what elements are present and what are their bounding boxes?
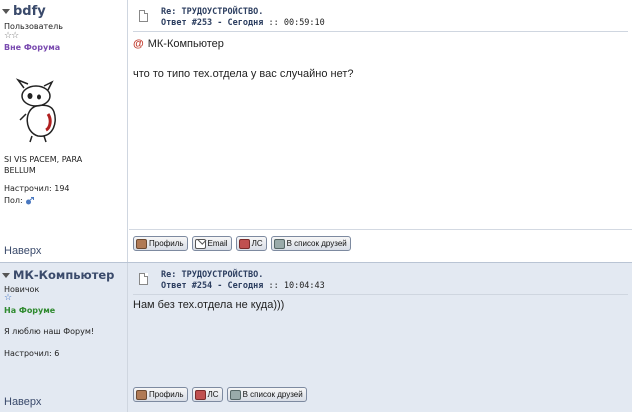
email-button-label: Email [207, 239, 228, 248]
author-row[interactable]: bdfy [2, 4, 46, 19]
divider [129, 229, 632, 230]
online-status: На Форуме [4, 306, 56, 315]
post-count-label: Настрочил: [4, 349, 52, 358]
profile-button[interactable]: Профиль [133, 387, 188, 402]
post-header: Re: ТРУДОУСТРОЙСТВО. Ответ #254 - Сегодн… [133, 269, 628, 295]
profile-button-label: Профиль [149, 390, 184, 399]
pm-icon [194, 389, 206, 400]
post-actions: Профиль Email ЛС В список друзей [133, 236, 351, 251]
signature: SI VIS PACEM, PARA BELLUM [4, 155, 83, 175]
pm-button[interactable]: ЛС [191, 387, 223, 402]
post-body: Re: ТРУДОУСТРОЙСТВО. Ответ #254 - Сегодн… [129, 263, 632, 412]
post-meta: Re: ТРУДОУСТРОЙСТВО. Ответ #254 - Сегодн… [161, 270, 325, 292]
post-author-panel: МК-Компьютер Новичок ☆ На Форуме Я люблю… [0, 263, 128, 412]
chevron-down-icon[interactable] [2, 9, 10, 14]
forum-post: bdfy Пользователь ☆☆ Вне Форума SI VIS P… [0, 0, 632, 262]
pm-icon [238, 238, 250, 249]
post-count: Настрочил: 194 [4, 184, 70, 193]
add-friend-button-label: В список друзей [242, 390, 303, 399]
post-message: Нам без тех.отдела не куда))) [133, 299, 285, 311]
online-status: Вне Форума [4, 43, 61, 52]
profile-icon [136, 389, 147, 400]
document-icon[interactable] [139, 273, 148, 285]
add-friend-button[interactable]: В список друзей [226, 387, 307, 402]
pm-button-label: ЛС [207, 390, 219, 399]
pm-button-label: ЛС [251, 239, 263, 248]
post-count: Настрочил: 6 [4, 349, 59, 358]
back-to-top-link[interactable]: Наверх [4, 396, 41, 408]
add-friend-button[interactable]: В список друзей [270, 236, 351, 251]
post-author-panel: bdfy Пользователь ☆☆ Вне Форума SI VIS P… [0, 0, 128, 262]
author-name[interactable]: bdfy [13, 4, 46, 19]
document-icon[interactable] [139, 10, 148, 22]
add-friend-button-label: В список друзей [286, 239, 347, 248]
star-icon: ☆ [4, 293, 12, 303]
profile-button-label: Профиль [149, 239, 184, 248]
author-rank: Пользователь [4, 22, 63, 31]
back-to-top-link[interactable]: Наверх [4, 245, 41, 257]
signature: Я люблю наш Форум! [4, 327, 95, 336]
post-meta: Re: ТРУДОУСТРОЙСТВО. Ответ #253 - Сегодн… [161, 7, 325, 29]
friends-icon [229, 389, 241, 400]
post-title[interactable]: Re: ТРУДОУСТРОЙСТВО. [161, 270, 263, 280]
avatar [15, 78, 56, 143]
reply-number[interactable]: Ответ #254 - Сегодня [161, 281, 263, 291]
post-count-value: 194 [54, 184, 70, 193]
pm-button[interactable]: ЛС [235, 236, 267, 251]
post-count-label: Настрочил: [4, 184, 52, 193]
gender-label: Пол: [4, 196, 23, 205]
quote-author[interactable]: МК-Компьютер [148, 38, 224, 50]
post-message: что то типо тех.отдела у вас случайно не… [133, 68, 354, 80]
gender: Пол: [4, 196, 35, 205]
author-name[interactable]: МК-Компьютер [13, 268, 114, 282]
at-icon: @ [133, 38, 144, 50]
forum-post: МК-Компьютер Новичок ☆ На Форуме Я люблю… [0, 262, 632, 412]
friends-icon [273, 238, 285, 249]
post-title[interactable]: Re: ТРУДОУСТРОЙСТВО. [161, 7, 263, 17]
reply-number[interactable]: Ответ #253 - Сегодня [161, 18, 263, 28]
post-body: Re: ТРУДОУСТРОЙСТВО. Ответ #253 - Сегодн… [129, 0, 632, 262]
post-count-value: 6 [54, 349, 60, 358]
post-time: :: 00:59:10 [268, 18, 325, 28]
author-row[interactable]: МК-Компьютер [2, 268, 114, 282]
star-icon: ☆☆ [4, 31, 19, 41]
male-gender-icon [26, 196, 35, 204]
post-actions: Профиль ЛС В список друзей [133, 387, 307, 402]
envelope-icon [194, 238, 206, 249]
post-time: :: 10:04:43 [268, 281, 325, 291]
profile-icon [136, 238, 147, 249]
email-button[interactable]: Email [191, 236, 232, 251]
post-header: Re: ТРУДОУСТРОЙСТВО. Ответ #253 - Сегодн… [133, 6, 628, 32]
profile-button[interactable]: Профиль [133, 236, 188, 251]
chevron-down-icon[interactable] [2, 272, 10, 278]
quote-line: @ МК-Компьютер [133, 38, 224, 50]
